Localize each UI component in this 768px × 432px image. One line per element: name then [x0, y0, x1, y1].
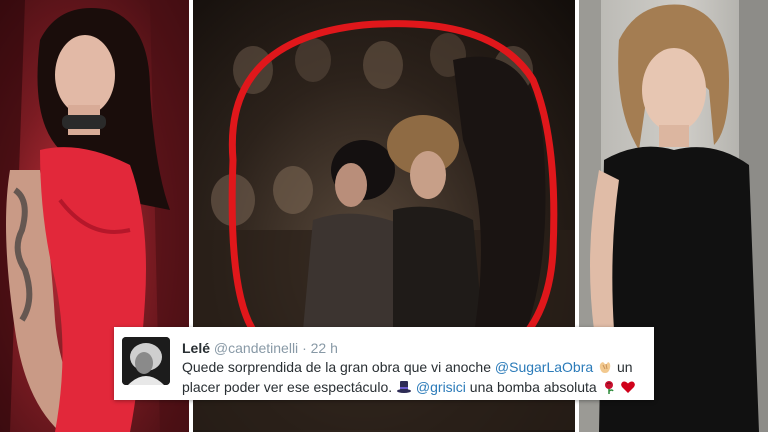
tweet-display-name[interactable]: Lelé [182, 340, 210, 356]
tweet-header: Lelé @candetinelli · 22 h [182, 339, 338, 357]
tweet-text: Quede sorprendida de la gran obra que vi… [182, 357, 648, 397]
left-woman-face [55, 35, 115, 115]
rose-icon [604, 381, 614, 394]
left-woman-choker [62, 115, 106, 129]
center-woman-face [335, 163, 367, 207]
tweet-text-part3: una bomba absoluta [465, 379, 601, 395]
avatar-image [122, 337, 170, 385]
tweet-text-part1: Quede sorprendida de la gran obra que vi… [182, 359, 495, 375]
clapping-hands-icon [599, 362, 611, 373]
tweet-time[interactable]: 22 h [311, 340, 338, 356]
center-man-face [410, 151, 446, 199]
right-man-face [642, 48, 706, 132]
tweet-handle[interactable]: @candetinelli [214, 340, 298, 356]
top-hat-icon [397, 381, 412, 393]
heart-icon [621, 381, 636, 393]
avatar[interactable] [122, 337, 170, 385]
tweet-separator: · [302, 340, 307, 356]
tweet-card[interactable]: Lelé @candetinelli · 22 h Quede sorprend… [114, 327, 654, 400]
mention-grisici[interactable]: @grisici [416, 379, 466, 395]
mention-sugarlaobra[interactable]: @SugarLaObra [495, 359, 593, 375]
